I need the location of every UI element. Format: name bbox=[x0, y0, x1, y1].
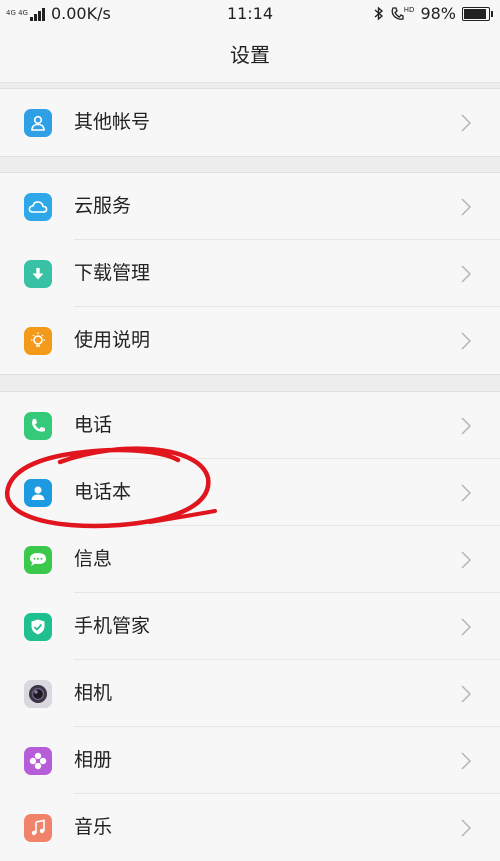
settings-item-music[interactable]: 音乐 bbox=[0, 794, 500, 861]
chevron-right-icon bbox=[461, 617, 472, 636]
settings-item-label: 信息 bbox=[74, 548, 113, 570]
settings-item-label: 音乐 bbox=[74, 816, 113, 838]
chevron-right-icon bbox=[461, 818, 472, 837]
download-icon bbox=[24, 259, 52, 288]
settings-group-apps: 电话 电话本 信息 手机管家 相机 相册 音乐 bbox=[0, 391, 500, 861]
battery-icon bbox=[462, 6, 493, 21]
settings-item-label: 电话本 bbox=[74, 481, 132, 503]
chevron-right-icon bbox=[461, 751, 472, 770]
chevron-right-icon bbox=[461, 264, 472, 283]
settings-group-services: 云服务 下载管理 使用说明 bbox=[0, 172, 500, 375]
bluetooth-icon bbox=[374, 6, 383, 21]
settings-item-messages[interactable]: 信息 bbox=[0, 526, 500, 593]
settings-item-label: 其他帐号 bbox=[74, 111, 151, 133]
chevron-right-icon bbox=[461, 550, 472, 569]
chevron-right-icon bbox=[461, 416, 472, 435]
chevron-right-icon bbox=[461, 113, 472, 132]
chevron-right-icon bbox=[461, 197, 472, 216]
settings-item-label: 使用说明 bbox=[74, 329, 151, 351]
status-bar: 4G 4G 0.00K/s 11:14 HD 98% bbox=[0, 0, 500, 28]
settings-item-label: 相机 bbox=[74, 682, 113, 704]
album-icon bbox=[24, 746, 52, 775]
settings-item-downloads[interactable]: 下载管理 bbox=[0, 240, 500, 307]
settings-item-label: 下载管理 bbox=[74, 262, 151, 284]
settings-item-label: 相册 bbox=[74, 749, 113, 771]
lightbulb-icon bbox=[24, 326, 52, 355]
chevron-right-icon bbox=[461, 331, 472, 350]
settings-item-phone[interactable]: 电话 bbox=[0, 392, 500, 459]
settings-item-label: 手机管家 bbox=[74, 615, 151, 637]
settings-item-phone-manager[interactable]: 手机管家 bbox=[0, 593, 500, 660]
message-icon bbox=[24, 545, 52, 574]
settings-item-label: 电话 bbox=[74, 414, 113, 436]
settings-item-contacts[interactable]: 电话本 bbox=[0, 459, 500, 526]
cloud-icon bbox=[24, 192, 52, 221]
page-title: 设置 bbox=[0, 28, 500, 83]
settings-item-album[interactable]: 相册 bbox=[0, 727, 500, 794]
settings-group-accounts: 其他帐号 bbox=[0, 88, 500, 157]
battery-percent: 98% bbox=[420, 4, 456, 23]
account-icon bbox=[24, 108, 52, 137]
chevron-right-icon bbox=[461, 684, 472, 703]
settings-item-cloud[interactable]: 云服务 bbox=[0, 173, 500, 240]
music-icon bbox=[24, 813, 52, 842]
camera-icon bbox=[24, 679, 52, 708]
battery-fill bbox=[464, 8, 486, 19]
contacts-icon bbox=[24, 478, 52, 507]
chevron-right-icon bbox=[461, 483, 472, 502]
settings-item-camera[interactable]: 相机 bbox=[0, 660, 500, 727]
settings-item-label: 云服务 bbox=[74, 195, 132, 217]
shield-icon bbox=[24, 612, 52, 641]
hd-call-icon: HD bbox=[390, 5, 415, 21]
status-right: HD 98% bbox=[374, 4, 493, 23]
settings-item-accounts[interactable]: 其他帐号 bbox=[0, 89, 500, 156]
phone-icon bbox=[24, 411, 52, 440]
settings-item-manual[interactable]: 使用说明 bbox=[0, 307, 500, 374]
hd-label: HD bbox=[403, 5, 415, 14]
